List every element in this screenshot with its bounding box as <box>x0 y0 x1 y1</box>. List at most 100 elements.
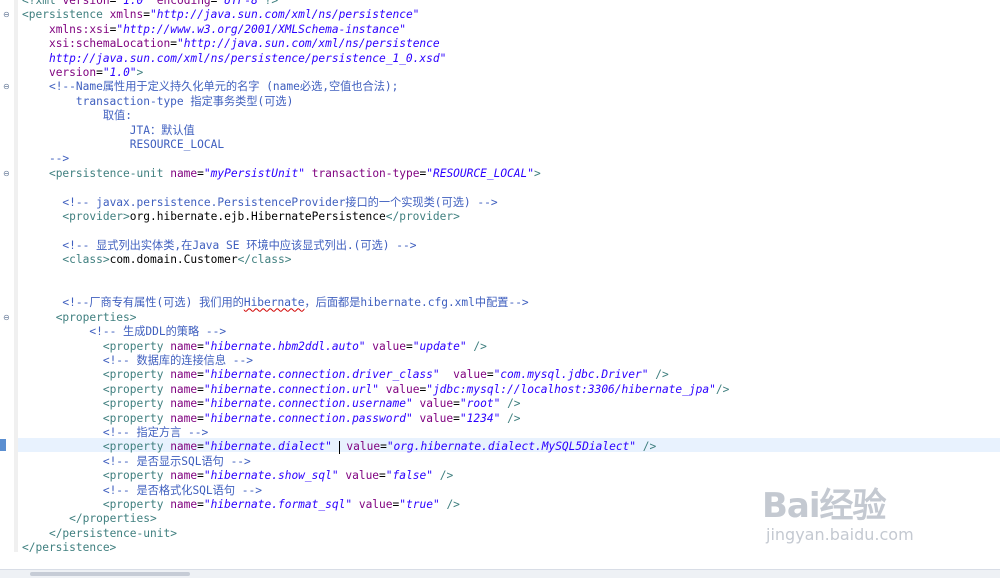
xml-source-editor[interactable]: <?xml version="1.0" encoding="UTF-8"?> <p… <box>22 0 1000 564</box>
plain-text <box>22 239 62 252</box>
code-line[interactable]: RESOURCE_LOCAL <box>22 138 1000 152</box>
code-line[interactable]: <!-- javax.persistence.PersistenceProvid… <box>22 196 1000 210</box>
xml-tag-token: /> <box>439 469 454 483</box>
plain-text: = <box>379 469 386 483</box>
plain-text <box>22 37 49 50</box>
xml-attr-name: value <box>385 382 420 396</box>
scrollbar-thumb[interactable] <box>30 572 190 576</box>
xml-attr-value: "hibernate.hbm2ddl.auto" <box>203 339 366 353</box>
code-line[interactable]: <property name="hibernate.connection.use… <box>22 397 1000 411</box>
code-line[interactable]: <!-- 显式列出实体类,在Java SE 环境中应该显式列出.(可选) --> <box>22 239 1000 253</box>
xml-attr-name: encoding <box>156 0 211 7</box>
xml-attr-name: xsi:schemaLocation <box>48 37 171 51</box>
code-line[interactable] <box>22 224 1000 238</box>
fold-toggle-icon[interactable]: ⊖ <box>3 313 11 322</box>
code-line[interactable]: JTA：默认值 <box>22 124 1000 138</box>
xml-comment: 取值: <box>22 109 132 123</box>
xml-tag-token: ?> <box>264 0 279 7</box>
xml-attr-name: value <box>372 339 406 353</box>
plain-text <box>379 383 386 396</box>
code-line[interactable]: <property name="hibernate.connection.url… <box>22 383 1000 397</box>
horizontal-scrollbar[interactable] <box>0 569 1000 578</box>
plain-text <box>22 196 62 209</box>
plain-text: = <box>197 411 204 425</box>
xml-attr-value: "hibernate.connection.username" <box>203 397 413 411</box>
code-line[interactable]: xsi:schemaLocation="http://java.sun.com/… <box>22 37 1000 51</box>
xml-attr-value: "update" <box>412 339 467 353</box>
xml-tag-token: xml <box>35 0 63 7</box>
code-line[interactable]: <property name="hibernate.connection.dri… <box>22 368 1000 382</box>
code-line[interactable]: <!-- 生成DDL的策略 --> <box>22 325 1000 339</box>
xml-comment: RESOURCE_LOCAL <box>22 138 225 151</box>
plain-text <box>332 440 339 453</box>
plain-text <box>22 340 103 353</box>
plain-text: = <box>453 411 460 425</box>
code-line[interactable]: xmlns:xsi="http://www.w3.org/2001/XMLSch… <box>22 23 1000 37</box>
code-line[interactable]: <!--厂商专有属性(可选) 我们用的Hibernate，后面都是hiberna… <box>22 296 1000 310</box>
code-line[interactable]: version="1.0"> <box>22 66 1000 80</box>
xml-attr-value: "1.0" <box>116 0 151 7</box>
plain-text: = <box>380 440 387 454</box>
plain-text: com.domain.Customer <box>109 253 238 267</box>
code-line[interactable]: <provider>org.hibernate.ejb.HibernatePer… <box>22 210 1000 224</box>
xml-comment: <!--厂商专有属性(可选) 我们用的 <box>62 296 244 310</box>
xml-attr-name: version <box>62 0 110 7</box>
code-line[interactable] <box>22 268 1000 282</box>
code-line[interactable]: <property name="hibernate.show_sql" valu… <box>22 469 1000 483</box>
watermark-logo: Bai经验 <box>762 486 887 526</box>
code-line[interactable]: <!-- 是否显示SQL语句 --> <box>22 455 1000 469</box>
code-line[interactable] <box>22 282 1000 296</box>
code-line[interactable]: <?xml version="1.0" encoding="UTF-8"?> <box>22 0 1000 8</box>
xml-attr-value: "hibernate.dialect" <box>203 440 332 454</box>
xml-tag-token: </persistence> <box>22 541 117 555</box>
code-line[interactable]: <property name="hibernate.dialect" value… <box>22 440 1000 454</box>
plain-text: = <box>197 397 204 411</box>
plain-text <box>22 426 103 439</box>
fold-toggle-icon[interactable]: ⊖ <box>3 169 11 178</box>
code-line[interactable]: <property name="hibernate.hbm2ddl.auto" … <box>22 340 1000 354</box>
xml-comment: <!-- 指定方言 --> <box>102 426 209 439</box>
code-line[interactable]: 取值: <box>22 109 1000 123</box>
baidu-jingyan-watermark: Bai经验 jingyan.baidu.com <box>762 488 992 568</box>
code-line[interactable]: --> <box>22 152 1000 166</box>
plain-text <box>22 296 62 309</box>
xml-tag-token: /> <box>473 339 487 353</box>
code-line[interactable]: <!-- 数据库的连接信息 --> <box>22 354 1000 368</box>
code-line[interactable]: transaction-type 指定事务类型(可选) <box>22 95 1000 109</box>
fold-toggle-icon[interactable]: ⊖ <box>3 11 11 19</box>
xml-tag-token: <property <box>102 469 171 483</box>
xml-attr-value: "hibernate.connection.driver_class" <box>203 368 440 382</box>
fold-toggle-icon[interactable]: ⊖ <box>3 83 11 91</box>
plain-text <box>22 52 49 65</box>
code-line[interactable]: <!--Name属性用于定义持久化单元的名字 (name必选,空值也合法); <box>22 80 1000 94</box>
xml-attr-value: "hibernate.show_sql" <box>203 469 339 483</box>
code-line[interactable]: <persistence-unit name="myPersistUnit" t… <box>22 167 1000 181</box>
plain-text <box>150 0 157 7</box>
xml-attr-name: name <box>170 411 198 425</box>
xml-attr-value: "hibernate.connection.password" <box>203 411 413 425</box>
xml-tag-token: <? <box>22 0 36 7</box>
code-line[interactable]: <property name="hibernate.connection.pas… <box>22 412 1000 426</box>
xml-tag-token: <property <box>102 411 171 425</box>
xml-attr-name: version <box>48 66 97 79</box>
code-line[interactable] <box>22 181 1000 195</box>
xml-tag-token: </persistence-unit> <box>48 526 177 540</box>
xml-tag-token: <property <box>102 382 171 396</box>
xml-tag-token: </class> <box>237 253 292 267</box>
xml-tag-token: /> <box>446 498 460 511</box>
xml-tag-token: /> <box>642 440 657 454</box>
code-line[interactable]: <!-- 指定方言 --> <box>22 426 1000 440</box>
code-line[interactable]: http://java.sun.com/xml/ns/persistence/p… <box>22 52 1000 66</box>
xml-attr-value: "hibernate.connection.url" <box>203 382 380 396</box>
xml-attr-value: http://java.sun.com/xml/ns/persistence/p… <box>48 51 447 65</box>
code-line[interactable]: <properties> <box>22 311 1000 325</box>
xml-attr-name: value <box>419 411 454 425</box>
xml-tag-token: > <box>136 66 144 79</box>
plain-text <box>22 469 103 482</box>
xml-attr-name: name <box>170 397 198 411</box>
plain-text <box>22 354 103 367</box>
code-line[interactable]: <class>com.domain.Customer</class> <box>22 253 1000 267</box>
plain-text <box>440 368 453 381</box>
code-line[interactable]: <persistence xmlns="http://java.sun.com/… <box>22 8 1000 22</box>
xml-attr-name: value <box>345 469 380 483</box>
